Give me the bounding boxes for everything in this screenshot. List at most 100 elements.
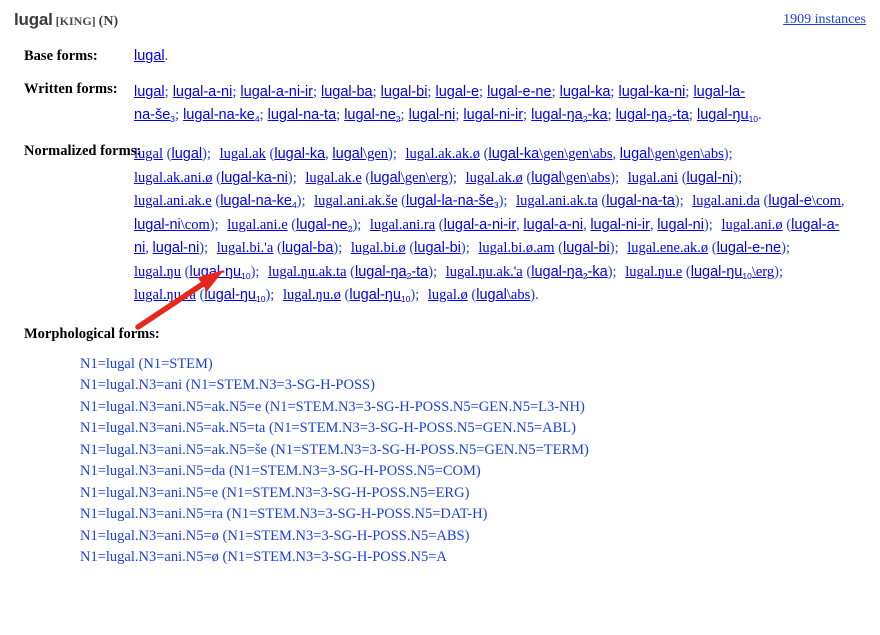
normalized-form-link[interactable]: lugal.ŋu.ak.ta <box>268 264 346 280</box>
morphological-form-item[interactable]: N1=lugal.N3=ani.N5=e (N1=STEM.N3=3-SG-H-… <box>80 483 880 505</box>
attested-form-link[interactable]: lugal-na-ta <box>606 193 675 209</box>
normalized-form-link[interactable]: lugal.ani.ø <box>721 217 782 233</box>
normalized-form-link[interactable]: lugal.ak.e <box>305 170 361 186</box>
normalized-form-entry: lugal.ŋu.e ( <box>625 263 691 280</box>
normalized-form-link[interactable]: lugal.ŋu.ø <box>283 287 341 303</box>
written-form-link[interactable]: lugal-a-ni <box>173 84 233 100</box>
attested-form-link[interactable]: lugal-e\com <box>768 193 841 209</box>
morphological-form-item[interactable]: N1=lugal.N3=ani.N5=ak.N5=ta (N1=STEM.N3=… <box>80 418 880 440</box>
attested-form-link[interactable]: lugal\gen\gen\abs <box>620 146 724 162</box>
written-form-link[interactable]: lugal-ŋu10 <box>697 107 758 123</box>
written-form-link[interactable]: lugal-ba <box>321 84 373 100</box>
attested-form-link[interactable]: lugal-na-ke4 <box>220 193 296 209</box>
normalized-form-link[interactable]: lugal.bi.'a <box>217 240 274 256</box>
morphological-form-item[interactable]: N1=lugal.N3=ani.N5=ø (N1=STEM.N3=3-SG-H-… <box>80 547 880 569</box>
normalized-form-link[interactable]: lugal.ak.ø <box>466 170 523 186</box>
normalized-form-link[interactable]: lugal.ŋu.ak.'a <box>446 264 523 280</box>
normalized-form-link[interactable]: lugal.ŋu <box>134 264 181 280</box>
written-form-link[interactable]: lugal-ni-ir <box>463 107 523 123</box>
normalized-form-link[interactable]: lugal.ani.ak.ta <box>516 193 598 209</box>
normalized-form-link[interactable]: lugal.ani.da <box>692 193 760 209</box>
morphological-analysis: (N1=STEM.N3=3-SG-H-POSS.N5=ERG) <box>221 484 470 501</box>
attested-form-link[interactable]: lugal-ka-ni <box>221 170 288 186</box>
attested-form-link[interactable]: lugal-a-ni <box>523 217 583 233</box>
attested-form-link[interactable]: lugal-bi <box>414 240 461 256</box>
morphological-form-item[interactable]: N1=lugal (N1=STEM) <box>80 354 880 376</box>
attested-form-link[interactable]: lugal-ka <box>274 146 325 162</box>
attested-form-link[interactable]: lugal\gen\erg <box>370 170 448 186</box>
morphological-form-item[interactable]: N1=lugal.N3=ani (N1=STEM.N3=3-SG-H-POSS) <box>80 375 880 397</box>
attested-form-link[interactable]: lugal-ba <box>282 240 334 256</box>
base-forms-terminator: . <box>164 48 169 64</box>
written-form-link[interactable]: lugal-ka <box>560 84 611 100</box>
written-form-link[interactable]: lugal-ŋa2-ta <box>616 107 689 123</box>
normalized-form-link[interactable]: lugal.ani.ra <box>370 217 435 233</box>
normalized-form-link[interactable]: lugal.ak.ani.ø <box>134 170 213 186</box>
attested-form-link[interactable]: lugal-ŋa2-ka <box>531 264 607 280</box>
attested-form-link[interactable]: lugal\gen\abs <box>531 170 610 186</box>
normalized-form-link[interactable]: lugal.ani.e <box>227 217 287 233</box>
instances-link[interactable]: 1909 instances <box>783 12 866 28</box>
normalized-form-entry: lugal.ani.e ( <box>227 216 297 233</box>
written-form-link[interactable]: lugal-a-ni-ir <box>240 84 313 100</box>
attested-form-link[interactable]: lugal-la-na-še3 <box>406 193 499 209</box>
normalized-form-link[interactable]: lugal.ŋu.ra <box>134 287 196 303</box>
written-form-link[interactable]: lugal-na-ta <box>268 107 337 123</box>
attested-form-link[interactable]: lugal-ka\gen\gen\abs <box>488 146 612 162</box>
attested-form-link[interactable]: lugal-bi <box>563 240 610 256</box>
normalized-form-link[interactable]: lugal.ani.ak.še <box>314 193 397 209</box>
morphological-forms-label: Morphological forms: <box>24 325 160 342</box>
written-form-link[interactable]: lugal-na-ke4 <box>183 107 259 123</box>
attested-form-link[interactable]: lugal-ni\com <box>134 217 210 233</box>
written-form-link[interactable]: lugal-e-ne <box>487 84 552 100</box>
normalized-form-link[interactable]: lugal.ø <box>428 287 468 303</box>
attested-form-link[interactable]: lugal-ni-ir <box>590 217 650 233</box>
written-form-link[interactable]: lugal-bi <box>381 84 428 100</box>
morphological-form-item[interactable]: N1=lugal.N3=ani.N5=ø (N1=STEM.N3=3-SG-H-… <box>80 526 880 548</box>
written-form-link[interactable]: lugal-ne2 <box>344 107 400 123</box>
written-form-separator: ; <box>455 107 460 123</box>
morphological-form-item[interactable]: N1=lugal.N3=ani.N5=ak.N5=še (N1=STEM.N3=… <box>80 440 880 462</box>
attested-form-link[interactable]: lugal-ŋu10\erg <box>691 264 774 280</box>
attested-form-link[interactable]: lugal-e-ne <box>717 240 782 256</box>
morphological-form: N1=lugal.N3=ani.N5=ø <box>80 527 219 544</box>
normalized-form-link[interactable]: lugal.ani <box>628 170 678 186</box>
attested-form-link[interactable]: lugal-ŋu10 <box>204 287 265 303</box>
normalized-form-link[interactable]: lugal.bi.ø.am <box>478 240 554 256</box>
attested-form-link[interactable]: lugal-ne2 <box>296 217 352 233</box>
normalized-form-link[interactable]: lugal.ŋu.e <box>625 264 682 280</box>
written-forms-label: Written forms: <box>24 81 118 97</box>
written-form-link[interactable]: lugal <box>134 84 165 100</box>
attested-form-link[interactable]: lugal-ŋu10 <box>349 287 410 303</box>
attested-form-link[interactable]: lugal-ni <box>657 217 704 233</box>
morphological-analysis: (N1=STEM) <box>138 355 213 372</box>
normalized-form-entry: lugal.ø ( <box>427 287 477 303</box>
normalized-form-link[interactable]: lugal.ene.ak.ø <box>627 240 708 256</box>
written-form-separator: ; <box>175 107 180 123</box>
attested-form-link[interactable]: lugal-ŋa2-ta <box>355 264 428 280</box>
attested-form-link[interactable]: lugal\gen <box>332 146 388 162</box>
normalized-form-link[interactable]: lugal <box>134 146 163 162</box>
written-form-link[interactable]: lugal-e <box>435 84 479 100</box>
attested-form-link[interactable]: lugal-ni <box>687 170 734 186</box>
morphological-form-item[interactable]: N1=lugal.N3=ani.N5=ra (N1=STEM.N3=3-SG-H… <box>80 504 880 526</box>
attested-form-link[interactable]: lugal-a-ni-ir <box>444 217 517 233</box>
normalized-form-link[interactable]: lugal.ani.ak.e <box>134 193 212 209</box>
normalized-form-entry: lugal.ani.ak.še ( <box>314 193 406 209</box>
morphological-form-item[interactable]: N1=lugal.N3=ani.N5=ak.N5=e (N1=STEM.N3=3… <box>80 397 880 419</box>
attested-form-link[interactable]: lugal-ŋu10 <box>190 264 251 280</box>
written-form-link[interactable]: lugal-ni <box>409 107 456 123</box>
written-form-separator: ; <box>232 84 237 100</box>
written-form-link[interactable]: lugal-ŋa2-ka <box>531 107 607 123</box>
attested-form-link[interactable]: lugal <box>171 146 202 162</box>
attested-form-link[interactable]: lugal\abs <box>476 287 530 303</box>
normalized-form-link[interactable]: lugal.ak.ak.ø <box>406 146 481 162</box>
attested-form-link[interactable]: lugal-ni <box>153 240 200 256</box>
morphological-form-item[interactable]: N1=lugal.N3=ani.N5=da (N1=STEM.N3=3-SG-H… <box>80 461 880 483</box>
morphological-analysis: (N1=STEM.N3=3-SG-H-POSS.N5=GEN.N5=ABL) <box>268 420 576 436</box>
normalized-form-link[interactable]: lugal.ak <box>220 146 266 162</box>
base-form-link[interactable]: lugal <box>134 48 165 64</box>
normalized-form-entry: lugal.ak.ak.ø ( <box>405 146 489 162</box>
written-form-link[interactable]: lugal-ka-ni <box>618 84 685 100</box>
normalized-form-link[interactable]: lugal.bi.ø <box>351 240 406 256</box>
